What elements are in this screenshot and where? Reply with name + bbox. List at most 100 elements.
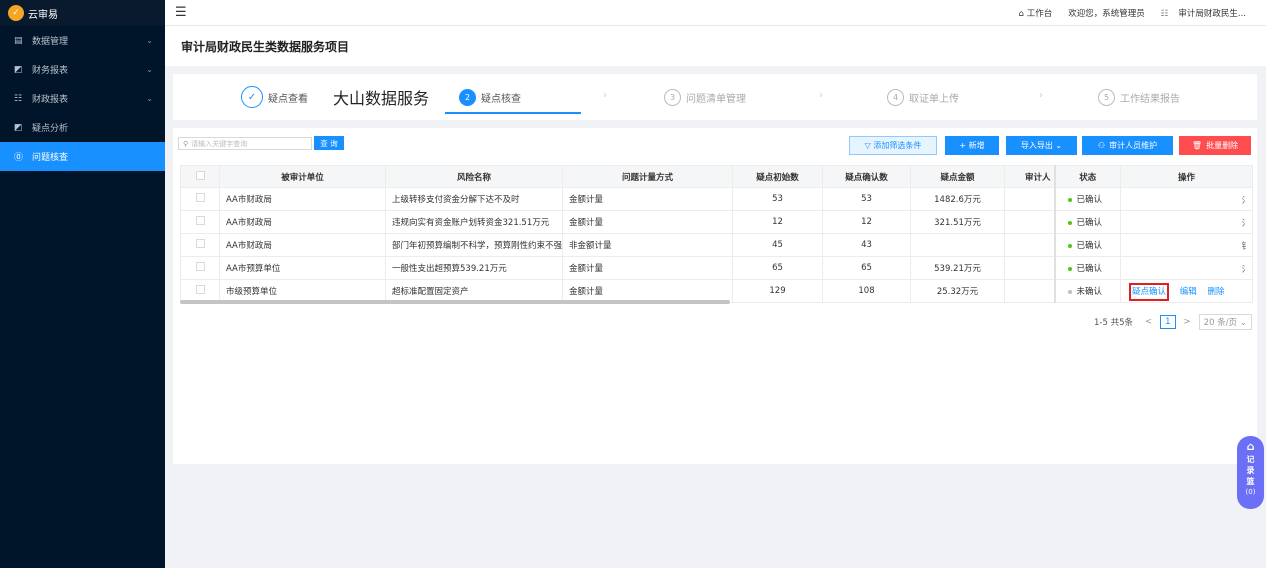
record-basket-button[interactable]: ⌂ 记录篮 (0): [1237, 436, 1264, 509]
confirm-issue-link[interactable]: 疑点确认: [1132, 287, 1166, 297]
step-label: 问题清单管理: [686, 93, 746, 105]
chart-icon: ◩: [14, 64, 23, 75]
chevron-down-icon[interactable]: ⌄: [146, 94, 153, 103]
amount-cell: [910, 233, 1006, 257]
org-label: 审计局财政民生...: [1178, 9, 1246, 19]
check-circle-icon: ✓: [241, 86, 263, 108]
init-count-cell: 53: [732, 187, 824, 211]
page-size-select[interactable]: 20 条/页 ⌄: [1198, 314, 1252, 330]
issue-table: 被审计单位 风险名称 问题计量方式 疑点初始数 疑点确认数 疑点金额 审计人 状…: [180, 165, 1254, 303]
status-text: 未确认: [1076, 287, 1103, 297]
table-row[interactable]: AA市财政局 违规向实有资金账户划转资金321.51万元 金额计量 12 12 …: [180, 210, 1254, 234]
status-cell: 已确认: [1053, 187, 1122, 211]
status-dot: [1067, 197, 1072, 202]
table-row[interactable]: AA市财政局 上级转移支付资金分解下达不及时 金额计量 53 53 1482.6…: [180, 187, 1254, 211]
status-dot: [1067, 289, 1072, 294]
confirm-count-cell: 12: [822, 210, 912, 234]
step-report[interactable]: 5 工作结果报告: [1098, 74, 1180, 120]
horizontal-scrollbar[interactable]: [180, 300, 730, 304]
page-number[interactable]: 1: [1160, 315, 1176, 329]
step-label: 工作结果报告: [1120, 93, 1180, 105]
chevron-down-icon[interactable]: ⌄: [146, 36, 153, 45]
row-select-cell[interactable]: [180, 233, 220, 257]
unit-cell: AA市财政局: [219, 187, 386, 211]
search-input[interactable]: ⚲ 请输入关键字查询: [178, 137, 312, 150]
step-view[interactable]: ✓ 疑点查看: [241, 74, 308, 120]
add-filter-button[interactable]: ▽ 添加筛选条件: [849, 136, 937, 155]
init-count-cell: 129: [732, 279, 824, 303]
app-name: 云审易: [28, 9, 58, 21]
prev-page[interactable]: <: [1141, 316, 1156, 328]
row-checkbox[interactable]: [195, 239, 205, 248]
method-cell: 金额计量: [562, 256, 734, 280]
record-basket-count: (0): [1245, 488, 1256, 496]
row-checkbox[interactable]: [195, 285, 205, 294]
sidebar-item[interactable]: ◩ 疑点分析: [0, 113, 165, 142]
step-evidence[interactable]: 4 取证单上传: [887, 74, 959, 120]
org-switch[interactable]: ☷ 审计局财政民生...: [1161, 7, 1246, 19]
col-header: 疑点确认数: [822, 165, 912, 188]
row-select-cell[interactable]: [180, 210, 220, 234]
step-label: 疑点核查: [481, 93, 521, 105]
trash-icon: 🗑: [1191, 141, 1203, 150]
actions-cell: 氵: [1120, 256, 1254, 280]
app-logo[interactable]: ✓ 云审易: [0, 0, 165, 26]
query-button[interactable]: 查 询: [314, 136, 344, 150]
init-count-cell: 45: [732, 233, 824, 257]
truncated-action: 钅: [1241, 242, 1251, 252]
unit-cell: AA市财政局: [219, 210, 386, 234]
status-cell: 已确认: [1053, 210, 1122, 234]
next-page[interactable]: >: [1180, 316, 1195, 328]
row-select-cell[interactable]: [180, 187, 220, 211]
auditor-maintain-button[interactable]: ⚇ 审计人员维护: [1082, 136, 1173, 155]
sidebar-item[interactable]: ◩ 财务报表 ⌄: [0, 55, 165, 84]
welcome-text: 欢迎您，系统管理员: [1068, 9, 1145, 19]
search-icon: ⚲: [183, 139, 189, 148]
auditor-cell: [1004, 210, 1056, 234]
confirm-count-cell: 43: [822, 233, 912, 257]
row-select-cell[interactable]: [180, 256, 220, 280]
sidebar-item[interactable]: ⓪ 问题核查: [0, 142, 165, 171]
database-icon: ▤: [14, 35, 23, 46]
row-checkbox[interactable]: [195, 216, 205, 225]
table-row[interactable]: AA市财政局 部门年初预算编制不科学，预算刚性约束不强 非金额计量 45 43 …: [180, 233, 1254, 257]
add-button[interactable]: + 新增: [945, 136, 999, 155]
select-all-checkbox[interactable]: [195, 170, 205, 180]
batch-delete-button[interactable]: 🗑 批量删除: [1179, 136, 1251, 155]
auditor-cell: [1004, 256, 1056, 280]
workbench-link[interactable]: ⌂ 工作台: [1019, 7, 1053, 19]
step-issues[interactable]: 3 问题清单管理: [664, 74, 746, 120]
status-dot: [1067, 220, 1072, 225]
table-row[interactable]: AA市预算单位 一般性支出超预算539.21万元 金额计量 65 65 539.…: [180, 256, 1254, 280]
sidebar-item[interactable]: ▤ 数据管理 ⌄: [0, 26, 165, 55]
row-checkbox[interactable]: [195, 262, 205, 271]
amount-cell: 1482.6万元: [910, 187, 1006, 211]
col-header: 问题计量方式: [562, 165, 734, 188]
sidebar-item[interactable]: ☷ 财政报表 ⌄: [0, 84, 165, 113]
risk-cell: 上级转移支付资金分解下达不及时: [384, 187, 564, 211]
step-label: 疑点查看: [268, 93, 308, 105]
main-content: ⚲ 请输入关键字查询 查 询 ▽ 添加筛选条件 + 新增 导入导出 ⌄ ⚇ 审计…: [173, 128, 1257, 464]
delete-link[interactable]: 删除: [1207, 287, 1224, 297]
record-basket-label: 记录篮: [1246, 455, 1255, 486]
import-export-button[interactable]: 导入导出 ⌄: [1006, 136, 1077, 155]
basket-icon: ⌂: [1246, 440, 1255, 453]
col-header: 被审计单位: [219, 165, 386, 188]
method-cell: 金额计量: [562, 210, 734, 234]
edit-link[interactable]: 编辑: [1180, 287, 1197, 297]
active-step-underline: [445, 112, 581, 114]
question-icon: ⓪: [14, 153, 24, 163]
actions-cell: 疑点确认 编辑 删除: [1120, 279, 1254, 303]
step-number: 2: [459, 88, 476, 106]
analysis-icon: ◩: [14, 122, 23, 133]
chevron-down-icon[interactable]: ⌄: [146, 65, 153, 74]
list-icon: ☷: [14, 93, 23, 104]
step-number: 3: [664, 88, 681, 106]
search-placeholder: 请输入关键字查询: [191, 139, 248, 148]
menu-fold-icon[interactable]: ☰: [175, 5, 187, 20]
row-checkbox[interactable]: [195, 193, 205, 202]
confirm-count-cell: 53: [822, 187, 912, 211]
step-number: 5: [1098, 88, 1115, 106]
select-all-cell[interactable]: [180, 165, 220, 188]
unit-cell: AA市预算单位: [219, 256, 386, 280]
